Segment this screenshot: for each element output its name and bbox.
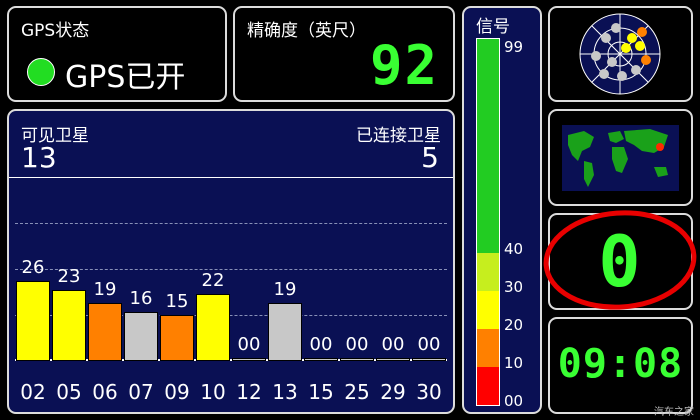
signal-bar [196, 294, 230, 361]
watermark: 汽车之家 [654, 407, 694, 418]
bar-value-label: 16 [129, 288, 153, 309]
satellite-id-label: 15 [308, 380, 334, 404]
satellite-id-label: 25 [344, 380, 370, 404]
satellites-panel[interactable]: 可见卫星 13 已连接卫星 5 26 02 23 05 19 06 16 07 15 09 22 10… [7, 109, 455, 414]
bar-value-label: 15 [165, 291, 189, 312]
signal-bar [268, 303, 302, 361]
signal-bar [124, 312, 158, 361]
radar-panel[interactable] [548, 6, 693, 102]
signal-bar [340, 358, 374, 361]
bar-value-label: 00 [381, 334, 405, 355]
gps-status-panel[interactable]: GPS状态 GPS已开 [7, 6, 227, 102]
gps-status-label: GPS状态 [21, 21, 90, 41]
gps-status-value: GPS已开 [65, 60, 186, 95]
satellite-id-label: 13 [272, 380, 298, 404]
signal-bar-chart: 26 02 23 05 19 06 16 07 15 09 22 10 00 12 19 13 00 15 00 25… [9, 177, 453, 412]
satellite-id-label: 30 [416, 380, 442, 404]
clock-panel[interactable]: 09:08 [548, 317, 693, 414]
bar-value-label: 00 [237, 334, 261, 355]
satellite-id-label: 12 [236, 380, 262, 404]
satellite-radar-icon [579, 13, 661, 95]
signal-band [477, 367, 499, 405]
bar-value-label: 00 [309, 334, 333, 355]
signal-tick-label: 99 [504, 38, 524, 56]
signal-bar [52, 290, 86, 361]
satellite-id-label: 05 [56, 380, 82, 404]
signal-bar [376, 358, 410, 361]
signal-label: 信号 [476, 17, 510, 37]
visible-satellites-count: 13 [21, 141, 57, 174]
signal-tick-label: 20 [504, 316, 524, 334]
signal-bar [160, 315, 194, 361]
satellite-id-label: 29 [380, 380, 406, 404]
map-panel[interactable] [548, 109, 693, 206]
signal-band [477, 39, 499, 253]
accuracy-value: 92 [369, 34, 439, 97]
bar-value-label: 22 [201, 270, 225, 291]
signal-bar [232, 358, 266, 361]
signal-bar [412, 358, 446, 361]
satellite-id-label: 02 [20, 380, 46, 404]
accuracy-panel[interactable]: 精确度（英尺） 92 [233, 6, 455, 102]
signal-bar [16, 281, 50, 361]
bar-value-label: 19 [93, 279, 117, 300]
signal-tick-label: 40 [504, 240, 524, 258]
signal-bar [88, 303, 122, 361]
connected-satellites-count: 5 [421, 141, 439, 174]
bar-value-label: 23 [57, 266, 81, 287]
signal-tick-label: 30 [504, 278, 524, 296]
signal-band [477, 329, 499, 367]
bar-value-label: 00 [345, 334, 369, 355]
bar-value-label: 00 [417, 334, 441, 355]
satellite-id-label: 07 [128, 380, 154, 404]
world-map-icon [562, 125, 679, 191]
signal-panel[interactable]: 信号 99 40 30 20 10 00 [462, 6, 542, 414]
signal-band [477, 291, 499, 329]
signal-tick-label: 10 [504, 354, 524, 372]
satellite-id-label: 10 [200, 380, 226, 404]
satellite-id-label: 06 [92, 380, 118, 404]
bar-value-label: 26 [21, 257, 45, 278]
annotation-circle [543, 210, 697, 310]
signal-bar [304, 358, 338, 361]
gps-status-indicator [27, 58, 55, 86]
clock-value: 09:08 [557, 341, 684, 387]
satellite-id-label: 09 [164, 380, 190, 404]
signal-tick-label: 00 [504, 392, 524, 410]
grid-line [15, 223, 447, 224]
accuracy-label: 精确度（英尺） [247, 21, 366, 41]
bar-value-label: 19 [273, 279, 297, 300]
signal-meter [476, 38, 500, 406]
signal-band [477, 253, 499, 291]
